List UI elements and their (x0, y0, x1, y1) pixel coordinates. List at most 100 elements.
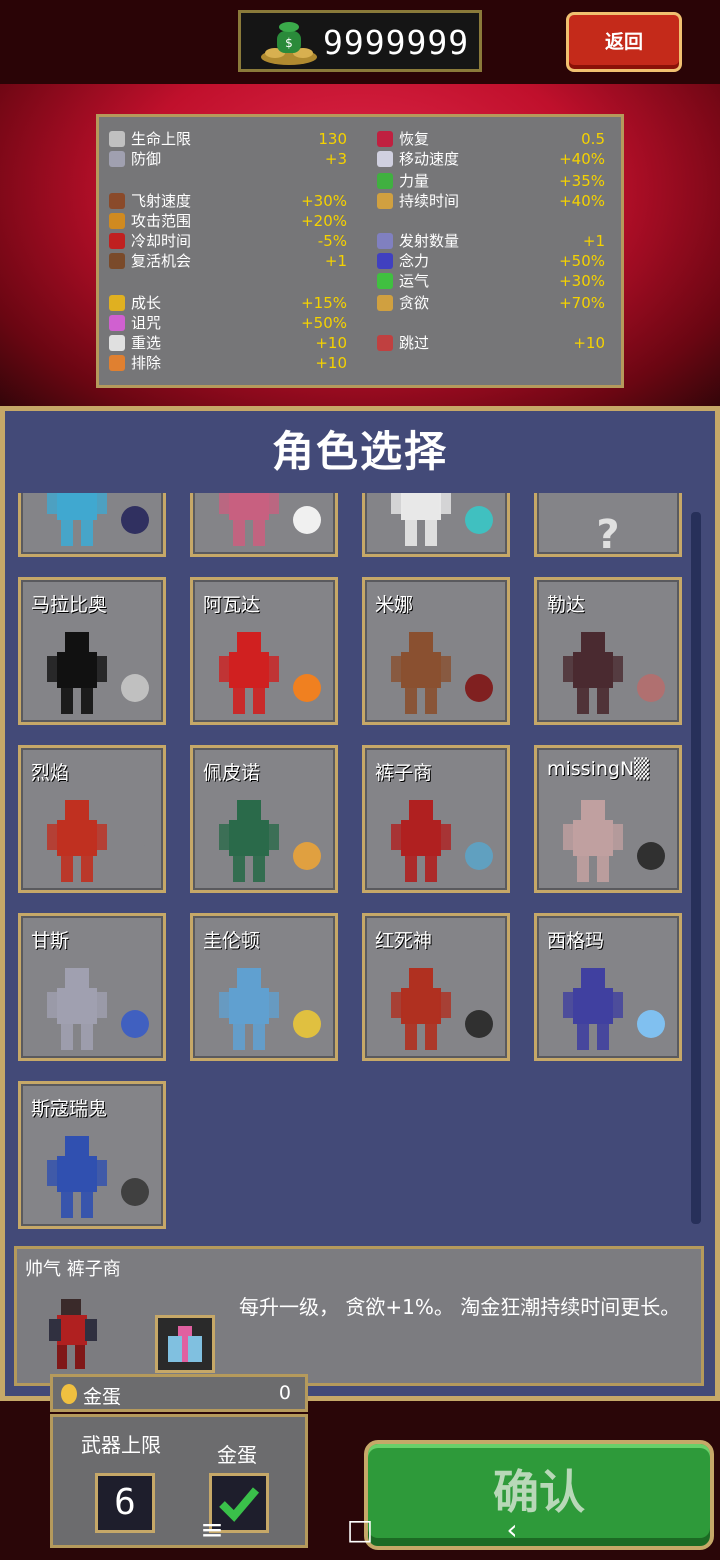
panel-title: 角色选择 (271, 427, 448, 476)
character-sprite (219, 493, 279, 546)
character-sprite (391, 968, 451, 1050)
cooldown-icon (109, 233, 125, 249)
stat-value: +1 (324, 252, 347, 270)
stat-value: 130 (318, 130, 347, 148)
golden-egg-counter: 金蛋 0 (50, 1374, 308, 1412)
character-sprite (219, 632, 279, 714)
amount-icon (377, 233, 393, 249)
coin-value: 9999999 (323, 23, 470, 62)
character-card[interactable]: 勒达 (534, 577, 682, 725)
character-card[interactable] (18, 493, 166, 557)
character-sprite (563, 968, 623, 1050)
stat-label: 恢复 (399, 130, 430, 148)
stat-row-left: 排除 +10 (109, 353, 349, 373)
character-name: 佩皮诺 (203, 762, 261, 784)
character-name: 斯寇瑞鬼 (31, 1098, 108, 1120)
area-icon (109, 213, 125, 229)
weapon-icon (293, 842, 321, 870)
stat-value: +35% (559, 172, 605, 190)
weapon-icon (637, 1010, 665, 1038)
character-card[interactable]: ? (534, 493, 682, 558)
character-name: 马拉比奥 (31, 594, 108, 616)
stat-label: 复活机会 (131, 252, 192, 270)
svg-text:$: $ (285, 36, 293, 50)
coin-bag-icon: $ (261, 22, 317, 65)
stat-label: 跳过 (399, 334, 430, 352)
stat-row-left: 飞射速度 +30% (109, 191, 349, 211)
stat-row-left: 防御 +3 (109, 149, 349, 169)
character-card[interactable]: 甘斯 (18, 913, 166, 1061)
weapon-icon (121, 1010, 149, 1038)
golden-egg-value: 0 (278, 1382, 291, 1404)
character-sprite (563, 800, 623, 882)
weapon-icon (121, 842, 149, 870)
weapon-icon (121, 674, 149, 702)
character-card[interactable]: 米娜 (362, 577, 510, 725)
nav-home-button[interactable]: □ (340, 1510, 380, 1550)
character-card[interactable]: 裤子商 (362, 745, 510, 893)
character-card[interactable]: 圭伦顿 (190, 913, 338, 1061)
stat-label: 念力 (399, 252, 430, 270)
character-sprite (47, 632, 107, 714)
stat-row-right: 念力 +50% (377, 251, 617, 271)
character-sprite (219, 800, 279, 882)
weapon-icon (465, 842, 493, 870)
character-card[interactable]: 阿瓦达 (190, 577, 338, 725)
character-sprite (47, 800, 107, 882)
stat-row-right: 贪欲 +70% (377, 293, 617, 313)
stat-value: +10 (315, 334, 347, 352)
stat-value: +30% (301, 192, 347, 210)
stat-row-right: 力量 +35% (377, 171, 617, 191)
stat-row-right: 持续时间 +40% (377, 191, 617, 211)
character-card[interactable]: 佩皮诺 (190, 745, 338, 893)
stat-label: 诅咒 (131, 314, 162, 332)
duration-icon (377, 193, 393, 209)
character-name: 红死神 (375, 930, 433, 952)
stat-label: 生命上限 (131, 130, 192, 148)
magnet-icon (377, 253, 393, 269)
character-grid[interactable]: ? 马拉比奥 阿瓦达 米娜 勒达烈焰 佩皮诺 裤子商 missingN▒ 甘斯 圭伦顿 红死神 西格玛… (10, 493, 690, 1235)
stat-value: +3 (324, 150, 347, 168)
character-name: 圭伦顿 (203, 930, 261, 952)
character-name: 西格玛 (547, 930, 605, 952)
curse-icon (109, 315, 125, 331)
stat-value: +40% (559, 192, 605, 210)
character-sprite (391, 800, 451, 882)
unknown-character-icon: ? (596, 512, 620, 558)
character-name: 裤子商 (375, 762, 433, 784)
weapon-icon (637, 842, 665, 870)
stat-label: 排除 (131, 354, 162, 372)
character-sprite (391, 493, 451, 546)
character-card[interactable]: 马拉比奥 (18, 577, 166, 725)
stat-label: 移动速度 (399, 150, 460, 168)
nav-back-button[interactable]: ‹ (492, 1510, 532, 1550)
character-card[interactable]: missingN▒ (534, 745, 682, 893)
grid-scrollbar[interactable] (691, 512, 701, 1224)
character-sprite (391, 632, 451, 714)
reroll-icon (109, 335, 125, 351)
character-card[interactable] (362, 493, 510, 557)
stat-row-right: 发射数量 +1 (377, 231, 617, 251)
nav-menu-button[interactable]: ≡ (192, 1510, 232, 1550)
weapon-icon (293, 1010, 321, 1038)
character-card[interactable] (190, 493, 338, 557)
stat-row-right: 运气 +30% (377, 271, 617, 291)
coin-counter: $ 9999999 (238, 10, 482, 72)
back-button[interactable]: 返回 (566, 12, 682, 72)
recovery-icon (377, 131, 393, 147)
character-card[interactable]: 斯寇瑞鬼 (18, 1081, 166, 1229)
character-card[interactable]: 红死神 (362, 913, 510, 1061)
character-name: 甘斯 (31, 930, 70, 952)
character-sprite (47, 1136, 107, 1218)
character-name: 烈焰 (31, 762, 70, 784)
character-card[interactable]: 西格玛 (534, 913, 682, 1061)
stat-row-left: 成长 +15% (109, 293, 349, 313)
stats-panel: 生命上限 130 防御 +3 飞射速度 +30% 攻击范围 +20% 冷却时间 -5% 复活机会 +1… (96, 114, 624, 388)
stat-value: +50% (301, 314, 347, 332)
character-card[interactable]: 烈焰 (18, 745, 166, 893)
character-name: 米娜 (375, 594, 414, 616)
character-name: 勒达 (547, 594, 586, 616)
stat-value: 0.5 (581, 130, 605, 148)
stat-row-right: 跳过 +10 (377, 333, 617, 353)
stat-label: 发射数量 (399, 232, 460, 250)
